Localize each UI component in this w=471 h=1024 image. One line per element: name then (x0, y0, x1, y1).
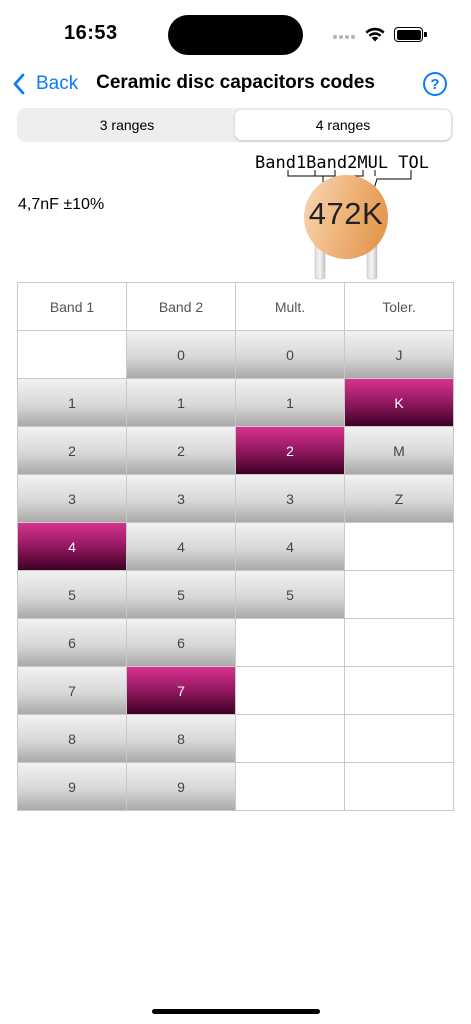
tolerance-option-button[interactable]: M (345, 427, 453, 474)
back-label: Back (36, 73, 79, 94)
band-1-option-button[interactable]: 6 (18, 619, 126, 666)
dynamic-island (168, 15, 303, 55)
band-2-option-button[interactable]: 5 (127, 571, 235, 618)
multiplier-option-button[interactable]: 4 (236, 523, 344, 570)
segment-3-ranges[interactable]: 3 ranges (19, 110, 235, 140)
status-time: 16:53 (64, 22, 118, 44)
band-2-option-button[interactable]: 9 (127, 763, 235, 810)
tolerance-option-button[interactable]: Z (345, 475, 453, 522)
multiplier-option-button[interactable]: 5 (236, 571, 344, 618)
band-1-option-button[interactable]: 9 (18, 763, 126, 810)
wifi-icon (365, 27, 385, 42)
band-1-option-button[interactable]: 8 (18, 715, 126, 762)
band-1-option-button[interactable]: 4 (18, 523, 126, 570)
header-tolerance: Toler. (345, 283, 453, 330)
segment-4-ranges[interactable]: 4 ranges (235, 110, 451, 140)
status-bar: 16:53 (0, 0, 471, 62)
header-band-2: Band 2 (127, 283, 235, 330)
band-1-option-button[interactable]: 5 (18, 571, 126, 618)
header-band-1: Band 1 (18, 283, 126, 330)
empty-cell (18, 331, 126, 378)
back-button[interactable]: Back (12, 70, 78, 98)
navigation-bar: Back Ceramic disc capacitors codes ? (0, 62, 471, 106)
band-1-option-button[interactable]: 7 (18, 667, 126, 714)
home-indicator (152, 1009, 320, 1014)
empty-cell (236, 763, 344, 810)
empty-cell (236, 667, 344, 714)
multiplier-option-button[interactable]: 1 (236, 379, 344, 426)
band-2-option-button[interactable]: 7 (127, 667, 235, 714)
multiplier-option-button[interactable]: 3 (236, 475, 344, 522)
band-2-option-button[interactable]: 6 (127, 619, 235, 666)
empty-cell (236, 619, 344, 666)
capacitor-code: 472K (308, 196, 384, 231)
chevron-left-icon (13, 73, 25, 95)
cellular-signal-icon (333, 34, 357, 42)
empty-cell (345, 667, 453, 714)
empty-cell (236, 715, 344, 762)
capacitance-value: 4,7nF ±10% (18, 196, 105, 213)
multiplier-option-button[interactable]: 0 (236, 331, 344, 378)
empty-cell (345, 619, 453, 666)
band-2-option-button[interactable]: 1 (127, 379, 235, 426)
band-1-option-button[interactable]: 1 (18, 379, 126, 426)
help-button[interactable]: ? (423, 72, 447, 96)
band-2-option-button[interactable]: 3 (127, 475, 235, 522)
tolerance-option-button[interactable]: J (345, 331, 453, 378)
band-1-option-button[interactable]: 3 (18, 475, 126, 522)
band-2-option-button[interactable]: 0 (127, 331, 235, 378)
empty-cell (345, 715, 453, 762)
band-1-option-button[interactable]: 2 (18, 427, 126, 474)
band-2-option-button[interactable]: 2 (127, 427, 235, 474)
multiplier-option-button[interactable]: 2 (236, 427, 344, 474)
header-multiplier: Mult. (236, 283, 344, 330)
band-2-option-button[interactable]: 4 (127, 523, 235, 570)
range-segmented-control: 3 ranges 4 ranges (17, 108, 453, 142)
empty-cell (345, 571, 453, 618)
band-2-option-button[interactable]: 8 (127, 715, 235, 762)
code-table: Band 1 Band 2 Mult. Toler. 00J111K222M33… (17, 282, 454, 811)
empty-cell (345, 523, 453, 570)
battery-icon (394, 27, 427, 42)
question-mark-icon: ? (430, 75, 440, 93)
empty-cell (345, 763, 453, 810)
tolerance-option-button[interactable]: K (345, 379, 453, 426)
